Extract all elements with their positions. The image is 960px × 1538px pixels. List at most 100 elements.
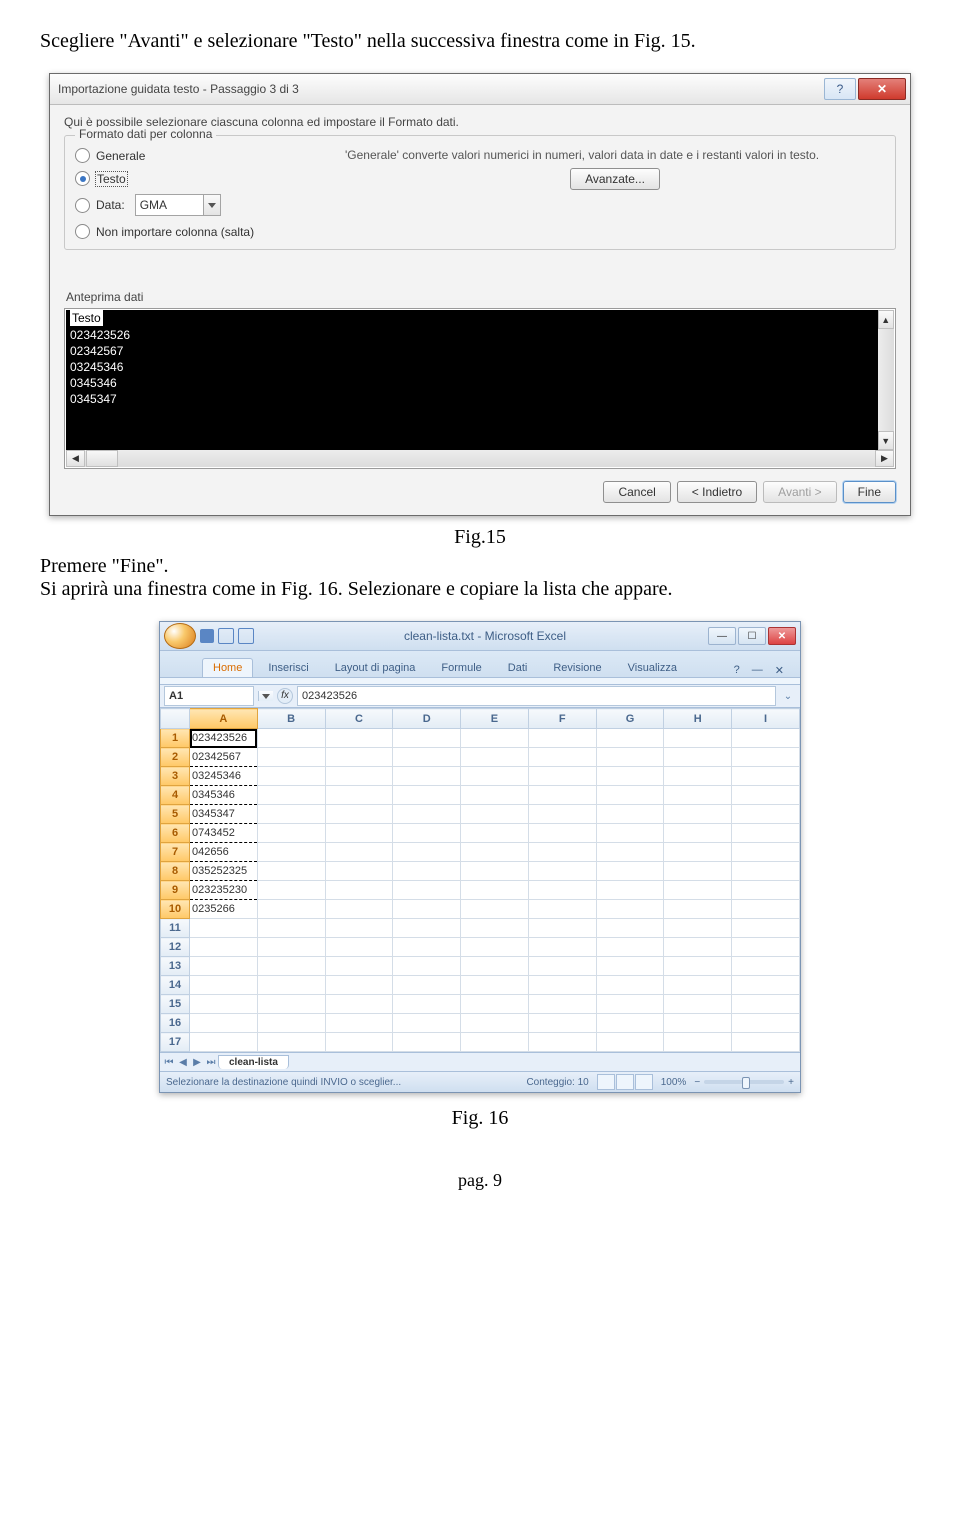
cell[interactable] bbox=[664, 976, 732, 995]
ribbon-minimize-icon[interactable]: — bbox=[748, 664, 767, 677]
cell[interactable] bbox=[664, 995, 732, 1014]
cell[interactable] bbox=[528, 862, 596, 881]
cell[interactable] bbox=[596, 919, 664, 938]
row-header[interactable]: 15 bbox=[161, 995, 190, 1014]
zoom-slider[interactable] bbox=[704, 1080, 784, 1084]
maximize-button[interactable]: ☐ bbox=[738, 627, 766, 645]
row-header[interactable]: 6 bbox=[161, 824, 190, 843]
cell[interactable]: 023423526 bbox=[190, 729, 258, 748]
cell[interactable] bbox=[325, 862, 393, 881]
scroll-down-icon[interactable]: ▼ bbox=[878, 431, 895, 450]
cell[interactable] bbox=[393, 976, 461, 995]
cell[interactable] bbox=[393, 843, 461, 862]
cell[interactable] bbox=[325, 748, 393, 767]
view-layout-icon[interactable] bbox=[616, 1074, 634, 1090]
cell[interactable] bbox=[596, 767, 664, 786]
cell[interactable] bbox=[664, 900, 732, 919]
cell[interactable]: 023235230 bbox=[190, 881, 258, 900]
cell[interactable] bbox=[664, 862, 732, 881]
row-header[interactable]: 10 bbox=[161, 900, 190, 919]
column-header[interactable]: C bbox=[325, 709, 393, 729]
cell[interactable] bbox=[461, 976, 529, 995]
cell[interactable] bbox=[325, 938, 393, 957]
cell[interactable] bbox=[325, 786, 393, 805]
cell[interactable] bbox=[393, 919, 461, 938]
cell[interactable] bbox=[596, 805, 664, 824]
select-all-corner[interactable] bbox=[161, 709, 190, 729]
cell[interactable] bbox=[257, 767, 325, 786]
scroll-thumb[interactable] bbox=[86, 450, 118, 467]
row-header[interactable]: 2 bbox=[161, 748, 190, 767]
cell[interactable]: 03245346 bbox=[190, 767, 258, 786]
cell[interactable] bbox=[528, 786, 596, 805]
office-button[interactable] bbox=[164, 623, 196, 649]
cell[interactable] bbox=[393, 957, 461, 976]
cell[interactable] bbox=[732, 729, 800, 748]
namebox-dropdown[interactable] bbox=[258, 691, 273, 701]
cell[interactable] bbox=[596, 748, 664, 767]
cell[interactable] bbox=[664, 919, 732, 938]
cell[interactable] bbox=[596, 1014, 664, 1033]
cell[interactable] bbox=[528, 843, 596, 862]
cell[interactable] bbox=[461, 957, 529, 976]
cell[interactable]: 0345347 bbox=[190, 805, 258, 824]
row-header[interactable]: 17 bbox=[161, 1033, 190, 1052]
cell[interactable] bbox=[596, 957, 664, 976]
cell[interactable] bbox=[257, 1033, 325, 1052]
cell[interactable] bbox=[257, 862, 325, 881]
sheet-tab[interactable]: clean-lista bbox=[218, 1055, 289, 1069]
cancel-button[interactable]: Cancel bbox=[603, 481, 670, 503]
cell[interactable] bbox=[190, 938, 258, 957]
tab-home[interactable]: Home bbox=[202, 658, 253, 677]
view-normal-icon[interactable] bbox=[597, 1074, 615, 1090]
cell[interactable] bbox=[257, 919, 325, 938]
tab-revisione[interactable]: Revisione bbox=[542, 658, 612, 677]
column-header[interactable]: G bbox=[596, 709, 664, 729]
row-header[interactable]: 11 bbox=[161, 919, 190, 938]
column-header[interactable]: E bbox=[461, 709, 529, 729]
row-header[interactable]: 3 bbox=[161, 767, 190, 786]
date-format-combo[interactable]: GMA bbox=[135, 194, 221, 216]
cell[interactable] bbox=[393, 862, 461, 881]
cell[interactable] bbox=[190, 995, 258, 1014]
cell[interactable] bbox=[393, 938, 461, 957]
cell[interactable] bbox=[664, 805, 732, 824]
cell[interactable] bbox=[257, 729, 325, 748]
row-header[interactable]: 12 bbox=[161, 938, 190, 957]
cell[interactable] bbox=[664, 957, 732, 976]
cell[interactable] bbox=[732, 919, 800, 938]
cell[interactable] bbox=[190, 1014, 258, 1033]
cell[interactable] bbox=[528, 1033, 596, 1052]
cell[interactable] bbox=[393, 824, 461, 843]
scroll-right-icon[interactable]: ▶ bbox=[875, 450, 894, 467]
cell[interactable] bbox=[393, 729, 461, 748]
cell[interactable] bbox=[664, 729, 732, 748]
fx-icon[interactable]: fx bbox=[277, 688, 293, 704]
row-header[interactable]: 16 bbox=[161, 1014, 190, 1033]
horizontal-scrollbar[interactable]: ◀ ▶ bbox=[66, 450, 894, 467]
radio-data[interactable]: Data: GMA bbox=[75, 194, 305, 216]
sheet-nav-next[interactable]: ▶ bbox=[190, 1057, 204, 1068]
cell[interactable] bbox=[596, 843, 664, 862]
cell[interactable] bbox=[732, 843, 800, 862]
tab-inserisci[interactable]: Inserisci bbox=[257, 658, 319, 677]
cell[interactable]: 042656 bbox=[190, 843, 258, 862]
cell[interactable]: 0235266 bbox=[190, 900, 258, 919]
vertical-scrollbar[interactable]: ▲ ▼ bbox=[878, 310, 895, 450]
minimize-button[interactable]: — bbox=[708, 627, 736, 645]
cell[interactable] bbox=[732, 881, 800, 900]
cell[interactable] bbox=[461, 1033, 529, 1052]
row-header[interactable]: 1 bbox=[161, 729, 190, 748]
cell[interactable] bbox=[393, 1033, 461, 1052]
cell[interactable] bbox=[664, 881, 732, 900]
cell[interactable] bbox=[664, 843, 732, 862]
column-header[interactable]: H bbox=[664, 709, 732, 729]
cell[interactable] bbox=[732, 1033, 800, 1052]
cell[interactable] bbox=[528, 805, 596, 824]
cell[interactable] bbox=[664, 1014, 732, 1033]
cell[interactable] bbox=[732, 805, 800, 824]
radio-testo[interactable]: Testo bbox=[75, 171, 305, 186]
cell[interactable] bbox=[325, 729, 393, 748]
cell[interactable] bbox=[732, 748, 800, 767]
radio-noimport[interactable]: Non importare colonna (salta) bbox=[75, 224, 305, 239]
